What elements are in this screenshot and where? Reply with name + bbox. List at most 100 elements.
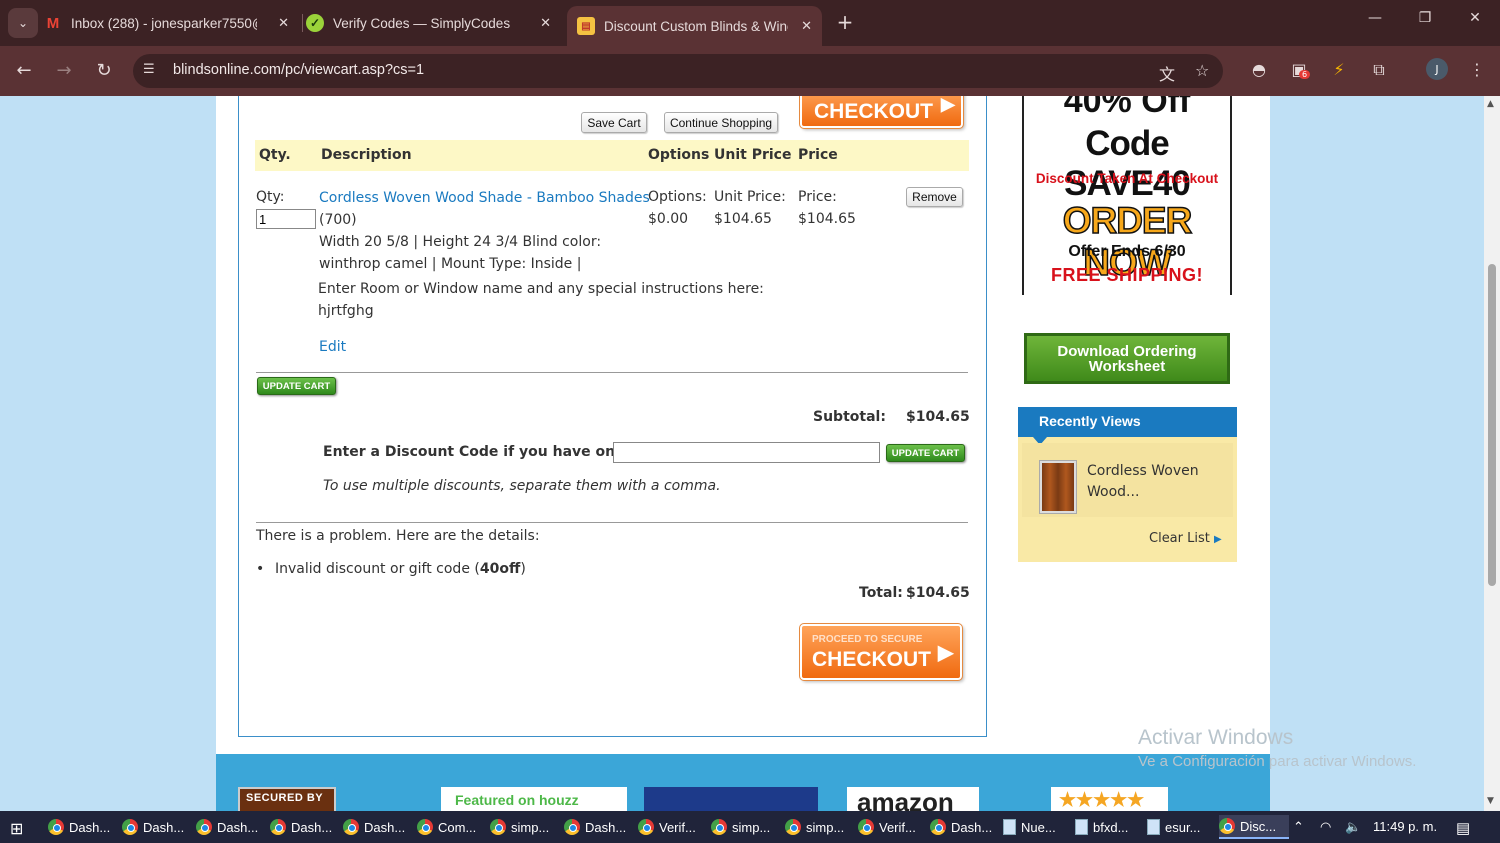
- scrollbar-thumb[interactable]: [1488, 264, 1496, 586]
- tab-blindsonline[interactable]: ▤ Discount Custom Blinds & Winc ✕: [567, 6, 822, 46]
- extension-icon[interactable]: ◓: [1247, 60, 1271, 79]
- back-icon[interactable]: ←: [12, 60, 36, 81]
- simplycodes-icon: ✓: [306, 14, 324, 32]
- play-arrow-icon: ▶: [1214, 534, 1222, 545]
- page-scrollbar[interactable]: ▲ ▼: [1484, 96, 1500, 811]
- url-text[interactable]: blindsonline.com/pc/viewcart.asp?cs=1: [173, 62, 424, 78]
- taskbar-item[interactable]: Verif...: [858, 815, 928, 839]
- secured-badge[interactable]: SECURED BY: [238, 787, 336, 811]
- taskbar-item[interactable]: esur...: [1147, 815, 1217, 839]
- clear-list-link[interactable]: Clear List ▶: [1149, 531, 1222, 546]
- taskbar-item[interactable]: Dash...: [196, 815, 266, 839]
- address-bar[interactable]: ☰ blindsonline.com/pc/viewcart.asp?cs=1 …: [133, 54, 1223, 88]
- taskbar-item-label: Disc...: [1240, 818, 1277, 834]
- update-cart-button[interactable]: UPDATE CART: [257, 377, 336, 395]
- taskbar-item[interactable]: Com...: [417, 815, 487, 839]
- scroll-up-icon[interactable]: ▲: [1487, 99, 1494, 109]
- clock[interactable]: 11:49 p. m.: [1373, 819, 1437, 834]
- close-tab-icon[interactable]: ✕: [801, 18, 812, 34]
- paypal-badge[interactable]: [644, 787, 818, 811]
- arrow-right-icon: ▶: [941, 96, 955, 114]
- new-tab-icon[interactable]: +: [833, 10, 857, 34]
- scroll-down-icon[interactable]: ▼: [1487, 796, 1494, 806]
- product-specs-line2: winthrop camel | Mount Type: Inside |: [319, 256, 582, 272]
- taskbar-item[interactable]: simp...: [490, 815, 560, 839]
- menu-kebab-icon[interactable]: ⋮: [1465, 60, 1489, 79]
- recently-viewed-item[interactable]: Cordless Woven Wood...: [1087, 461, 1217, 503]
- site-info-icon[interactable]: ☰: [143, 62, 155, 77]
- minimize-icon[interactable]: —: [1360, 10, 1390, 26]
- taskbar-item[interactable]: simp...: [711, 815, 781, 839]
- recently-viewed-title: Recently Views: [1018, 407, 1237, 437]
- lightning-extension-icon[interactable]: ⚡: [1327, 60, 1351, 79]
- recently-viewed-panel: Recently Views Cordless Woven Wood... Cl…: [1018, 407, 1237, 562]
- header-unit-price: Unit Price: [714, 147, 792, 163]
- discount-code-input[interactable]: [613, 442, 880, 463]
- tab-label: Verify Codes — SimplyCodes: [333, 15, 511, 31]
- close-tab-icon[interactable]: ✕: [278, 15, 289, 31]
- tab-search-chevron-icon[interactable]: ⌄: [8, 8, 38, 38]
- taskbar-item[interactable]: Dash...: [343, 815, 413, 839]
- tab-simplycodes[interactable]: ✓ Verify Codes — SimplyCodes ✕: [306, 6, 561, 40]
- taskbar-item[interactable]: Dash...: [564, 815, 634, 839]
- save-cart-button[interactable]: Save Cart: [581, 112, 647, 133]
- edit-link[interactable]: Edit: [319, 339, 346, 355]
- checkout-button-bottom[interactable]: PROCEED TO SECURE CHECKOUT ▶: [799, 623, 963, 681]
- notifications-icon[interactable]: ▤: [1456, 819, 1470, 837]
- close-tab-icon[interactable]: ✕: [540, 15, 551, 31]
- houzz-badge[interactable]: Featured on houzz: [441, 787, 627, 811]
- extension-badge-icon[interactable]: ▣ 6: [1287, 60, 1311, 79]
- taskbar-item[interactable]: bfxd...: [1075, 815, 1145, 839]
- forward-icon[interactable]: →: [52, 60, 76, 81]
- download-ordering-worksheet-button[interactable]: Download Ordering Worksheet: [1024, 333, 1230, 384]
- volume-icon[interactable]: 🔈: [1345, 819, 1361, 835]
- taskbar-item[interactable]: Verif...: [638, 815, 708, 839]
- product-link[interactable]: Cordless Woven Wood Shade - Bamboo Shade…: [319, 190, 650, 206]
- reload-icon[interactable]: ↻: [92, 60, 116, 81]
- product-thumbnail[interactable]: [1040, 461, 1076, 513]
- promo-ad[interactable]: 40% Off Code SAVE40 Discount Taken At Ch…: [1022, 96, 1232, 295]
- stars-badge[interactable]: ★★★★★: [1051, 787, 1168, 811]
- taskbar-item[interactable]: Dash...: [930, 815, 1000, 839]
- taskbar-item-label: Dash...: [69, 819, 111, 835]
- total-value: $104.65: [906, 585, 970, 601]
- chrome-icon: [343, 819, 359, 835]
- chevron-up-icon[interactable]: ⌃: [1293, 819, 1304, 835]
- extension-badge-count: 6: [1299, 70, 1311, 79]
- chrome-icon: [270, 819, 286, 835]
- taskbar-item-label: esur...: [1165, 819, 1201, 835]
- apply-discount-button[interactable]: UPDATE CART: [886, 444, 965, 462]
- subtotal-label: Subtotal:: [813, 409, 886, 425]
- checkout-secure-label: PROCEED TO SECURE: [812, 634, 923, 645]
- footer-badges-strip: SECURED BY Featured on houzz amazon ★★★★…: [216, 754, 1270, 811]
- wifi-icon[interactable]: ◠: [1320, 819, 1331, 835]
- chrome-icon: [711, 819, 727, 835]
- tab-label: Inbox (288) - jonesparker7550@: [71, 15, 257, 31]
- header-description: Description: [321, 147, 412, 163]
- remove-button[interactable]: Remove: [906, 187, 963, 207]
- profile-avatar[interactable]: J: [1426, 58, 1448, 80]
- close-window-icon[interactable]: ✕: [1460, 10, 1490, 26]
- ad-offer-ends: Offer Ends 6/30: [1068, 243, 1186, 260]
- chrome-icon: [564, 819, 580, 835]
- continue-shopping-button[interactable]: Continue Shopping: [664, 112, 778, 133]
- taskbar-item-label: simp...: [732, 819, 771, 835]
- taskbar-item[interactable]: Dash...: [122, 815, 192, 839]
- checkout-button-top[interactable]: CHECKOUT ▶: [799, 96, 964, 129]
- taskbar-item[interactable]: Nue...: [1003, 815, 1073, 839]
- windows-activation-title: Activar Windows: [1138, 726, 1294, 749]
- quantity-input[interactable]: [256, 209, 316, 229]
- taskbar-item[interactable]: Dash...: [270, 815, 340, 839]
- instructions-value: hjrtfghg: [318, 303, 374, 319]
- taskbar-item[interactable]: Dash...: [48, 815, 118, 839]
- windows-start-icon[interactable]: ⊞: [10, 819, 23, 838]
- bookmark-star-icon[interactable]: ☆: [1195, 61, 1209, 80]
- taskbar-item[interactable]: simp...: [785, 815, 855, 839]
- taskbar-item[interactable]: Disc...: [1219, 815, 1289, 839]
- extensions-puzzle-icon[interactable]: ⧉: [1367, 60, 1391, 80]
- tab-gmail[interactable]: M Inbox (288) - jonesparker7550@ ✕: [44, 6, 299, 40]
- restore-icon[interactable]: ❐: [1410, 10, 1440, 26]
- translate-icon[interactable]: 文: [1159, 61, 1175, 85]
- divider: [256, 522, 968, 523]
- amazon-badge[interactable]: amazon: [847, 787, 979, 811]
